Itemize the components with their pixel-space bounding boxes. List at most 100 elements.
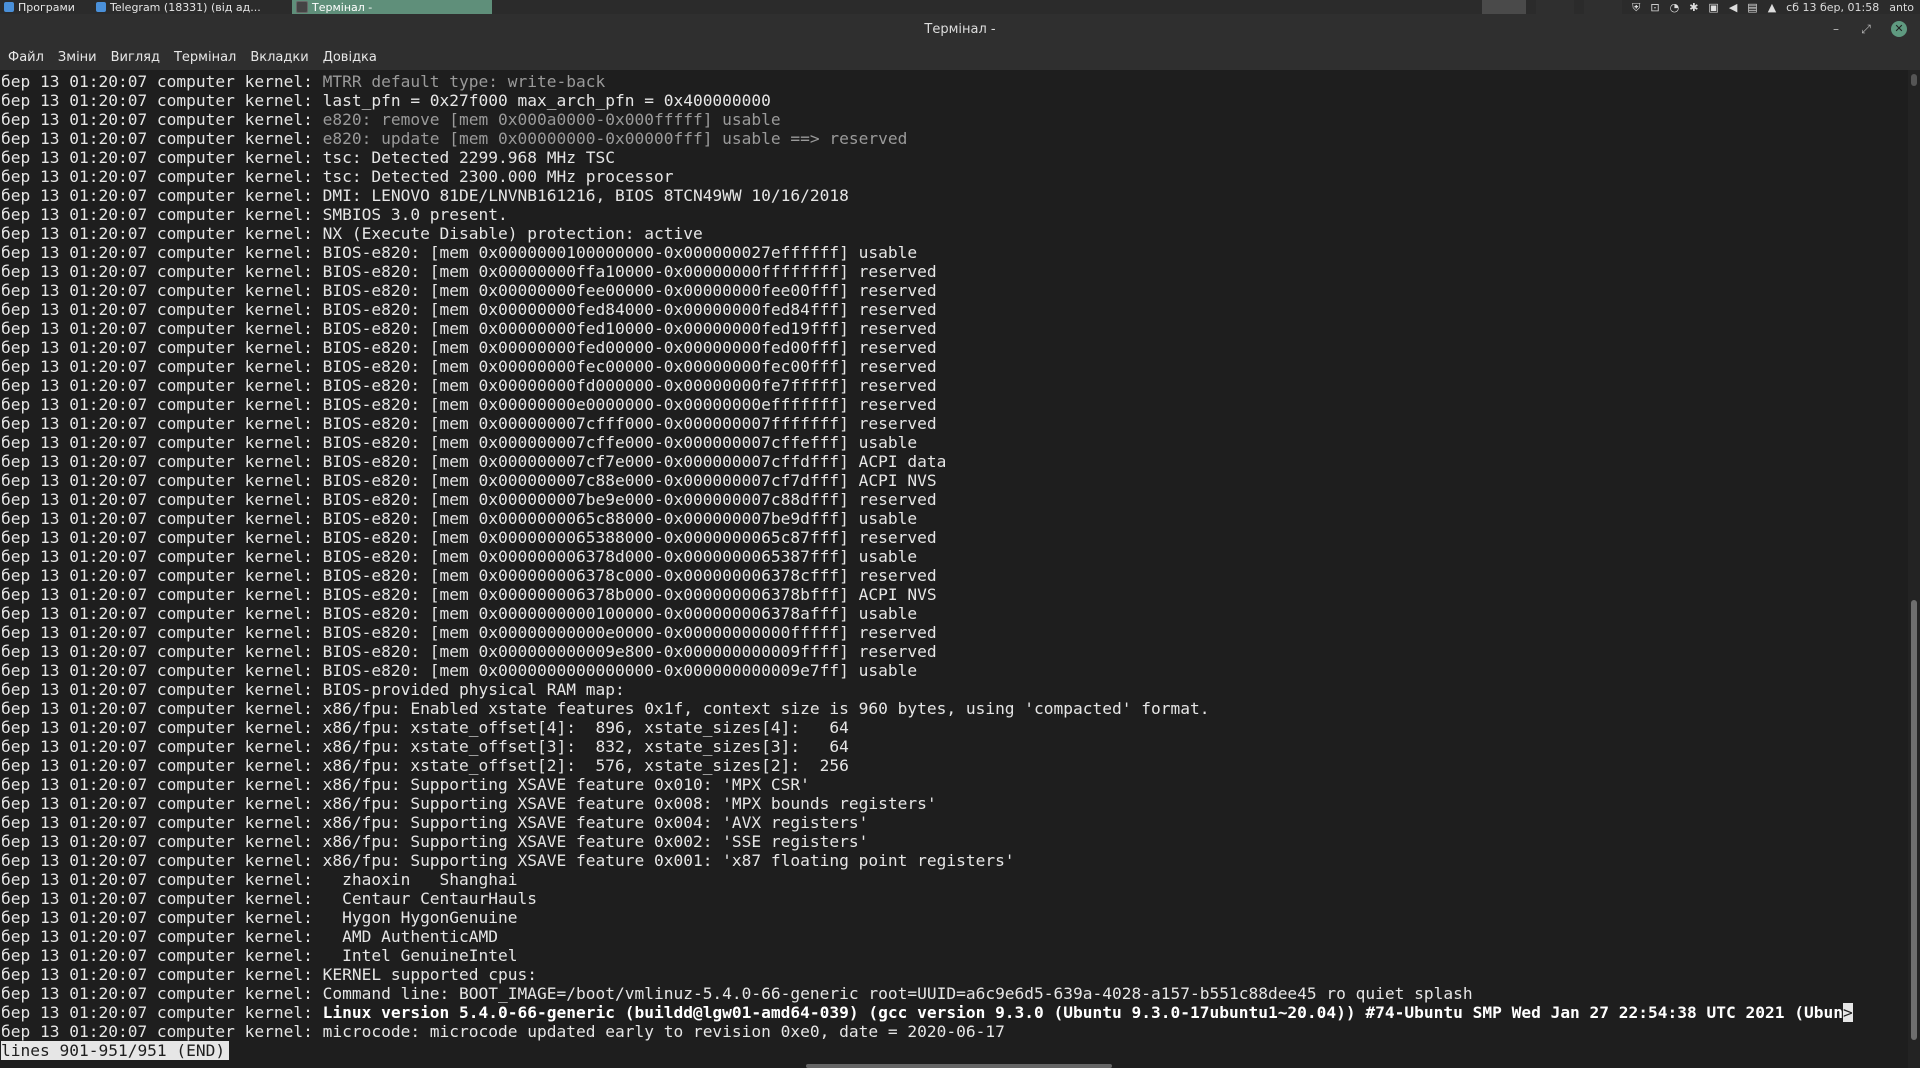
log-prefix: бер 13 01:20:07 computer kernel: <box>1 661 323 680</box>
log-message: BIOS-e820: [mem 0x0000000100000000-0x000… <box>322 243 918 262</box>
terminal-output[interactable]: бер 13 01:20:07 computer kernel: MTRR de… <box>0 70 1908 1068</box>
scrollbar-thumb[interactable] <box>1911 600 1917 1040</box>
log-prefix: бер 13 01:20:07 computer kernel: <box>1 718 323 737</box>
log-message: BIOS-e820: [mem 0x000000006378c000-0x000… <box>322 566 937 585</box>
minimize-button[interactable]: – <box>1828 21 1844 37</box>
log-message: BIOS-e820: [mem 0x00000000fd000000-0x000… <box>322 376 937 395</box>
line-overflow-marker: > <box>1842 1003 1853 1022</box>
log-prefix: бер 13 01:20:07 computer kernel: <box>1 851 323 870</box>
log-message: Command line: BOOT_IMAGE=/boot/vmlinuz-5… <box>322 984 1473 1003</box>
workspace-2[interactable] <box>1536 0 1575 14</box>
log-line: бер 13 01:20:07 computer kernel: Centaur… <box>1 889 1853 908</box>
log-message: x86/fpu: Enabled xstate features 0x1f, c… <box>322 699 1210 718</box>
log-prefix: бер 13 01:20:07 computer kernel: <box>1 148 323 167</box>
menu-tabs[interactable]: Вкладки <box>250 50 308 65</box>
maximize-button[interactable]: ⤢ <box>1858 21 1874 37</box>
log-message: BIOS-e820: [mem 0x00000000fee00000-0x000… <box>322 281 937 300</box>
menu-view[interactable]: Вигляд <box>111 50 160 65</box>
bluetooth-icon[interactable]: ✱ <box>1689 1 1698 14</box>
log-message: BIOS-e820: [mem 0x000000007be9e000-0x000… <box>322 490 937 509</box>
log-prefix: бер 13 01:20:07 computer kernel: <box>1 186 323 205</box>
log-line: бер 13 01:20:07 computer kernel: BIOS-e8… <box>1 243 1853 262</box>
log-lines: бер 13 01:20:07 computer kernel: MTRR de… <box>1 72 1853 1060</box>
log-prefix: бер 13 01:20:07 computer kernel: <box>1 490 323 509</box>
log-message: BIOS-e820: [mem 0x000000006378d000-0x000… <box>322 547 918 566</box>
log-prefix: бер 13 01:20:07 computer kernel: <box>1 984 323 1003</box>
taskbar-telegram[interactable]: Telegram (18331) (від ад... <box>92 0 265 14</box>
menu-terminal[interactable]: Термінал <box>174 50 236 65</box>
log-prefix: бер 13 01:20:07 computer kernel: <box>1 642 323 661</box>
log-line: бер 13 01:20:07 computer kernel: BIOS-e8… <box>1 471 1853 490</box>
volume-icon[interactable]: ◀ <box>1729 1 1737 14</box>
close-button[interactable]: ✕ <box>1891 21 1907 37</box>
workspace-switcher[interactable] <box>1482 0 1527 14</box>
log-line: бер 13 01:20:07 computer kernel: SMBIOS … <box>1 205 1853 224</box>
log-prefix: бер 13 01:20:07 computer kernel: <box>1 813 323 832</box>
log-line: бер 13 01:20:07 computer kernel: BIOS-e8… <box>1 642 1853 661</box>
log-prefix: бер 13 01:20:07 computer kernel: <box>1 129 323 148</box>
pager-status-row: lines 901-951/951 (END) <box>1 1041 1853 1060</box>
log-message: BIOS-e820: [mem 0x000000007c88e000-0x000… <box>322 471 937 490</box>
log-prefix: бер 13 01:20:07 computer kernel: <box>1 756 323 775</box>
log-line: бер 13 01:20:07 computer kernel: e820: r… <box>1 110 1853 129</box>
log-message: DMI: LENOVO 81DE/LNVNB161216, BIOS 8TCN4… <box>322 186 849 205</box>
menu-help[interactable]: Довідка <box>323 50 377 65</box>
menu-edit[interactable]: Зміни <box>58 50 97 65</box>
user-menu[interactable]: anto <box>1889 1 1914 14</box>
log-message: BIOS-e820: [mem 0x00000000000e0000-0x000… <box>322 623 937 642</box>
window-titlebar[interactable]: Термінал - – ⤢ ✕ <box>0 14 1920 44</box>
log-prefix: бер 13 01:20:07 computer kernel: <box>1 243 323 262</box>
log-message: microcode: microcode updated early to re… <box>322 1022 1005 1041</box>
log-message: BIOS-e820: [mem 0x00000000fed00000-0x000… <box>322 338 937 357</box>
log-prefix: бер 13 01:20:07 computer kernel: <box>1 775 323 794</box>
log-prefix: бер 13 01:20:07 computer kernel: <box>1 927 323 946</box>
keyboard-icon[interactable]: ▤ <box>1747 1 1757 14</box>
log-prefix: бер 13 01:20:07 computer kernel: <box>1 338 323 357</box>
log-prefix: бер 13 01:20:07 computer kernel: <box>1 452 323 471</box>
horizontal-scrollbar-thumb[interactable] <box>806 1064 1112 1068</box>
log-line: бер 13 01:20:07 computer kernel: KERNEL … <box>1 965 1853 984</box>
log-line: бер 13 01:20:07 computer kernel: zhaoxin… <box>1 870 1853 889</box>
log-line: бер 13 01:20:07 computer kernel: BIOS-e8… <box>1 414 1853 433</box>
log-line: бер 13 01:20:07 computer kernel: x86/fpu… <box>1 775 1853 794</box>
clock[interactable]: сб 13 бер, 01:58 <box>1786 1 1879 14</box>
log-message: last_pfn = 0x27f000 max_arch_pfn = 0x400… <box>322 91 771 110</box>
log-line: бер 13 01:20:07 computer kernel: BIOS-e8… <box>1 262 1853 281</box>
log-prefix: бер 13 01:20:07 computer kernel: <box>1 1003 323 1022</box>
network-icon[interactable]: ▣ <box>1708 1 1718 14</box>
log-prefix: бер 13 01:20:07 computer kernel: <box>1 946 323 965</box>
log-line: бер 13 01:20:07 computer kernel: DMI: LE… <box>1 186 1853 205</box>
log-message: Intel GenuineIntel <box>322 946 518 965</box>
log-line: бер 13 01:20:07 computer kernel: Intel G… <box>1 946 1853 965</box>
shield-icon[interactable]: ⛨ <box>1632 1 1640 14</box>
workspace-3[interactable] <box>1584 0 1623 14</box>
window-title: Термінал - <box>924 22 996 37</box>
log-line: бер 13 01:20:07 computer kernel: MTRR de… <box>1 72 1853 91</box>
apps-menu-button[interactable]: Програми <box>0 0 79 14</box>
log-line: бер 13 01:20:07 computer kernel: NX (Exe… <box>1 224 1853 243</box>
log-prefix: бер 13 01:20:07 computer kernel: <box>1 1022 323 1041</box>
system-tray: ⛨ ⊡ ◔ ✱ ▣ ◀ ▤ ▲ сб 13 бер, 01:58 anto <box>1482 0 1920 14</box>
log-message: BIOS-e820: [mem 0x000000000009e800-0x000… <box>322 642 937 661</box>
log-message: BIOS-e820: [mem 0x000000007cfff000-0x000… <box>322 414 937 433</box>
taskbar-terminal[interactable]: Термінал - <box>292 0 492 14</box>
log-prefix: бер 13 01:20:07 computer kernel: <box>1 737 323 756</box>
log-message: x86/fpu: xstate_offset[3]: 832, xstate_s… <box>322 737 849 756</box>
log-line: бер 13 01:20:07 computer kernel: Command… <box>1 984 1853 1003</box>
update-icon[interactable]: ⊡ <box>1650 1 1659 14</box>
wifi-icon[interactable]: ◔ <box>1670 1 1680 14</box>
log-prefix: бер 13 01:20:07 computer kernel: <box>1 357 323 376</box>
log-line: бер 13 01:20:07 computer kernel: BIOS-e8… <box>1 490 1853 509</box>
log-prefix: бер 13 01:20:07 computer kernel: <box>1 414 323 433</box>
log-line: бер 13 01:20:07 computer kernel: microco… <box>1 1022 1853 1041</box>
log-line: бер 13 01:20:07 computer kernel: BIOS-e8… <box>1 357 1853 376</box>
vertical-scrollbar[interactable] <box>1908 70 1920 1068</box>
menu-file[interactable]: Файл <box>8 50 44 65</box>
log-line: бер 13 01:20:07 computer kernel: last_pf… <box>1 91 1853 110</box>
notification-icon[interactable]: ▲ <box>1768 1 1776 14</box>
scroll-top-marker[interactable] <box>1911 74 1917 86</box>
log-message: AMD AuthenticAMD <box>322 927 499 946</box>
log-prefix: бер 13 01:20:07 computer kernel: <box>1 699 323 718</box>
log-message: BIOS-e820: [mem 0x00000000ffa10000-0x000… <box>322 262 937 281</box>
log-prefix: бер 13 01:20:07 computer kernel: <box>1 585 323 604</box>
